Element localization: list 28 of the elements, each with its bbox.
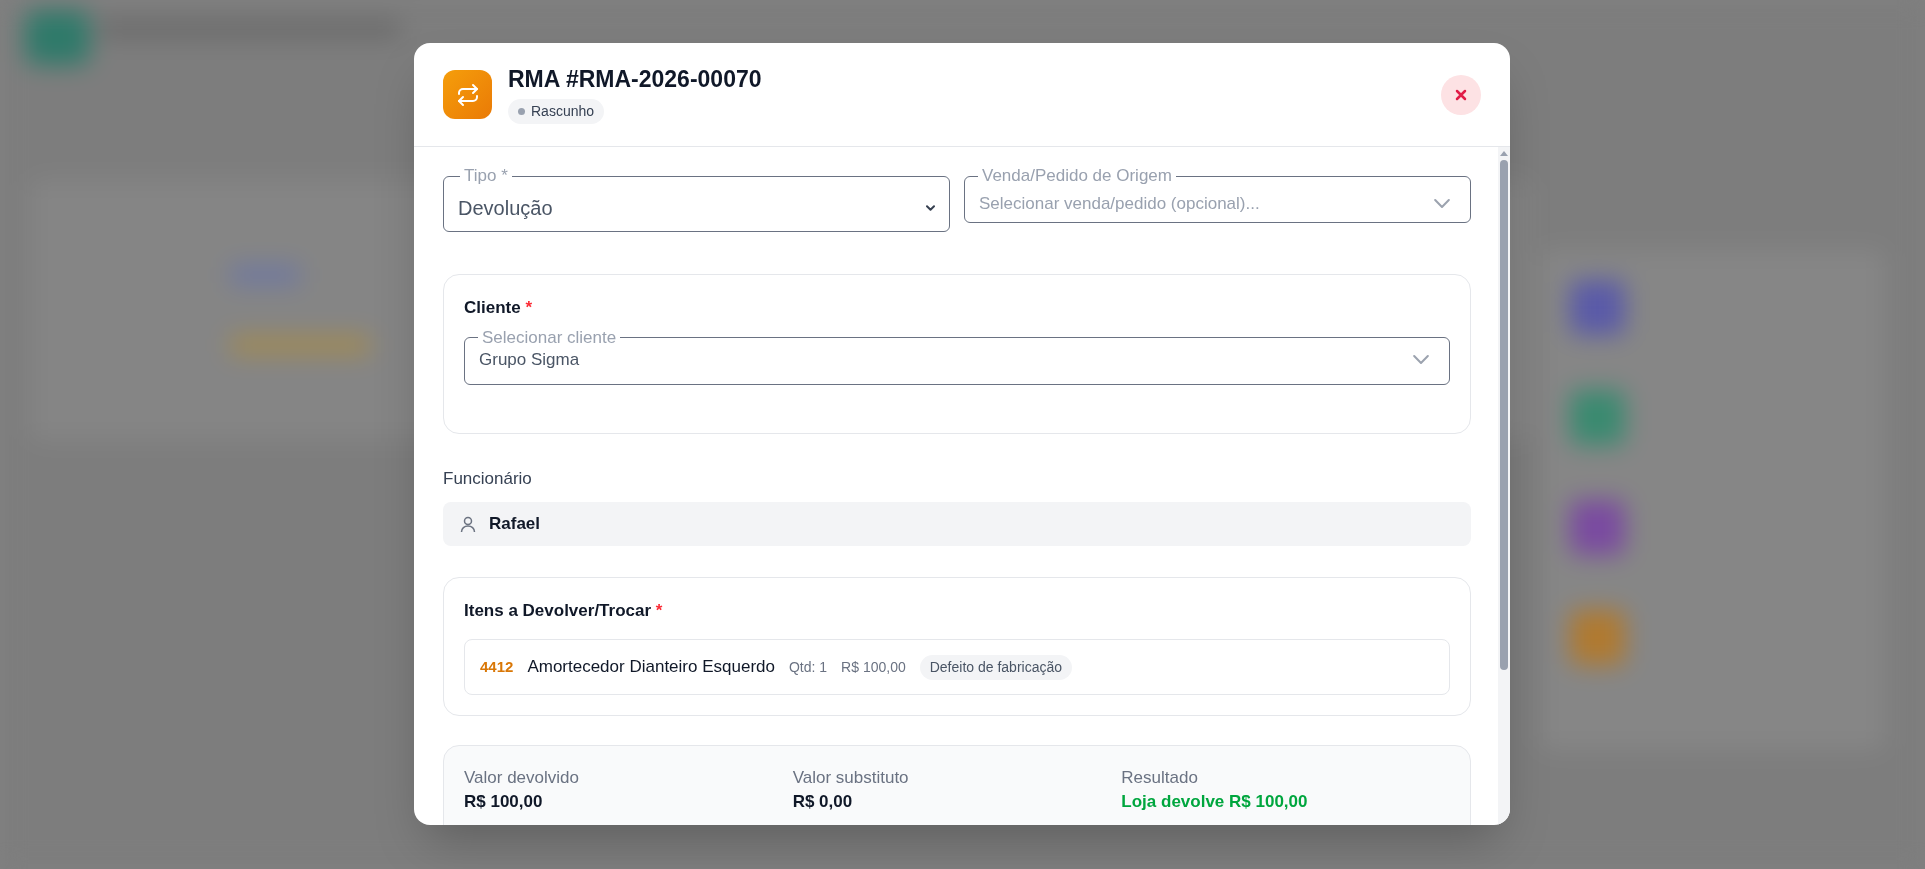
select-field[interactable]: Selecionar cliente Grupo Sigma [464, 328, 1450, 385]
chevron-down-icon [1413, 354, 1429, 364]
section-title: Cliente * [464, 297, 534, 319]
swap-arrows-icon [443, 70, 492, 119]
summary-label: Valor devolvido [464, 767, 580, 789]
dialog-title: RMA #RMA-2026-00070 [508, 64, 762, 94]
item-quantity: Qtd: 1 [788, 657, 828, 677]
chevron-down-icon [1434, 199, 1450, 208]
close-button[interactable] [1441, 74, 1481, 115]
summary-value: R$ 0,00 [792, 791, 854, 813]
item-code: 4412 [480, 656, 514, 677]
item-price: R$ 100,00 [841, 657, 906, 677]
section-title: Itens a Devolver/Trocar * [464, 599, 664, 622]
caret-icon [926, 205, 935, 211]
item-name: Amortecedor Dianteiro Esquerdo [527, 656, 775, 679]
select-field[interactable]: Tipo * Devolução [443, 167, 950, 232]
summary-label: Resultado [1121, 767, 1199, 789]
reason-tag: Defeito de fabricação [919, 654, 1072, 680]
item-row[interactable]: 4412 Amortecedor Dianteiro Esquerdo Qtd: 1 R$ 100,00 Defeito de fabricação [464, 639, 1450, 695]
field-label: Funcionário [443, 468, 533, 490]
close-icon [1455, 88, 1467, 101]
status-badge: Rascunho [508, 99, 605, 125]
user-icon [459, 514, 477, 533]
summary-value: R$ 100,00 [464, 791, 544, 813]
summary-label: Valor substituto [792, 767, 910, 789]
employee-field: Rafael [443, 501, 1471, 546]
scrollbar[interactable] [1498, 147, 1510, 825]
summary-value: Loja devolve R$ 100,00 [1121, 791, 1309, 813]
